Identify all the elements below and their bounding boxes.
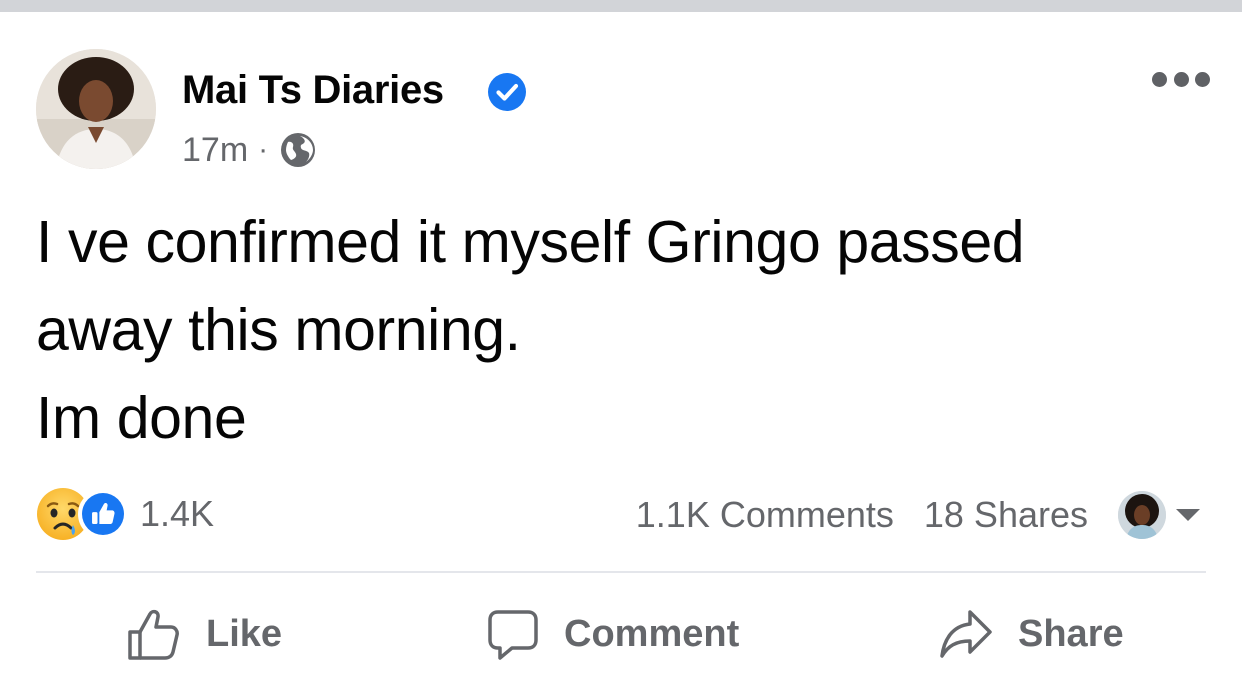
- reactions-summary[interactable]: 1.4K: [36, 487, 214, 541]
- author-name[interactable]: Mai Ts Diaries: [182, 68, 444, 113]
- more-dot-icon: [1173, 71, 1189, 87]
- thumbs-up-icon: [128, 609, 179, 660]
- post-body: I ve confirmed it myself Gringo passed a…: [36, 198, 1216, 462]
- like-reaction-wrapper: [78, 489, 128, 539]
- comment-bubble-icon: [488, 610, 538, 660]
- like-reaction-icon: [82, 493, 124, 535]
- verified-badge-icon: [488, 73, 526, 111]
- share-button[interactable]: Share: [938, 598, 1124, 670]
- shares-count-link[interactable]: 18 Shares: [924, 494, 1088, 536]
- post-timestamp[interactable]: 17m: [182, 131, 248, 170]
- post-text-line: Im done: [36, 385, 247, 451]
- more-options-button[interactable]: [1152, 66, 1210, 92]
- more-dot-icon: [1195, 71, 1210, 87]
- reactor-avatar[interactable]: [1118, 491, 1166, 539]
- share-arrow-icon: [940, 610, 992, 658]
- post-action-bar: Like Comment Share: [0, 598, 1242, 670]
- more-dot-icon: [1152, 71, 1167, 87]
- action-bar-divider: [36, 571, 1206, 573]
- comments-count-link[interactable]: 1.1K Comments: [636, 494, 894, 536]
- like-label: Like: [206, 612, 283, 655]
- post-text-line: I ve confirmed it myself Gringo passed: [36, 209, 1025, 275]
- comment-label: Comment: [564, 612, 740, 655]
- like-button[interactable]: Like: [126, 598, 282, 670]
- share-label: Share: [1018, 612, 1124, 655]
- reaction-count: 1.4K: [140, 493, 215, 534]
- post-text-line: away this morning.: [36, 297, 521, 363]
- meta-separator: ·: [258, 133, 269, 166]
- globe-icon: [281, 133, 316, 167]
- post-meta: 17m ·: [182, 130, 316, 170]
- comment-button[interactable]: Comment: [486, 598, 739, 670]
- author-avatar[interactable]: [36, 49, 156, 169]
- engagement-stats: 1.1K Comments 18 Shares: [636, 490, 1200, 540]
- audience-dropdown-caret-icon[interactable]: [1176, 509, 1200, 521]
- top-divider-strip: [0, 0, 1242, 12]
